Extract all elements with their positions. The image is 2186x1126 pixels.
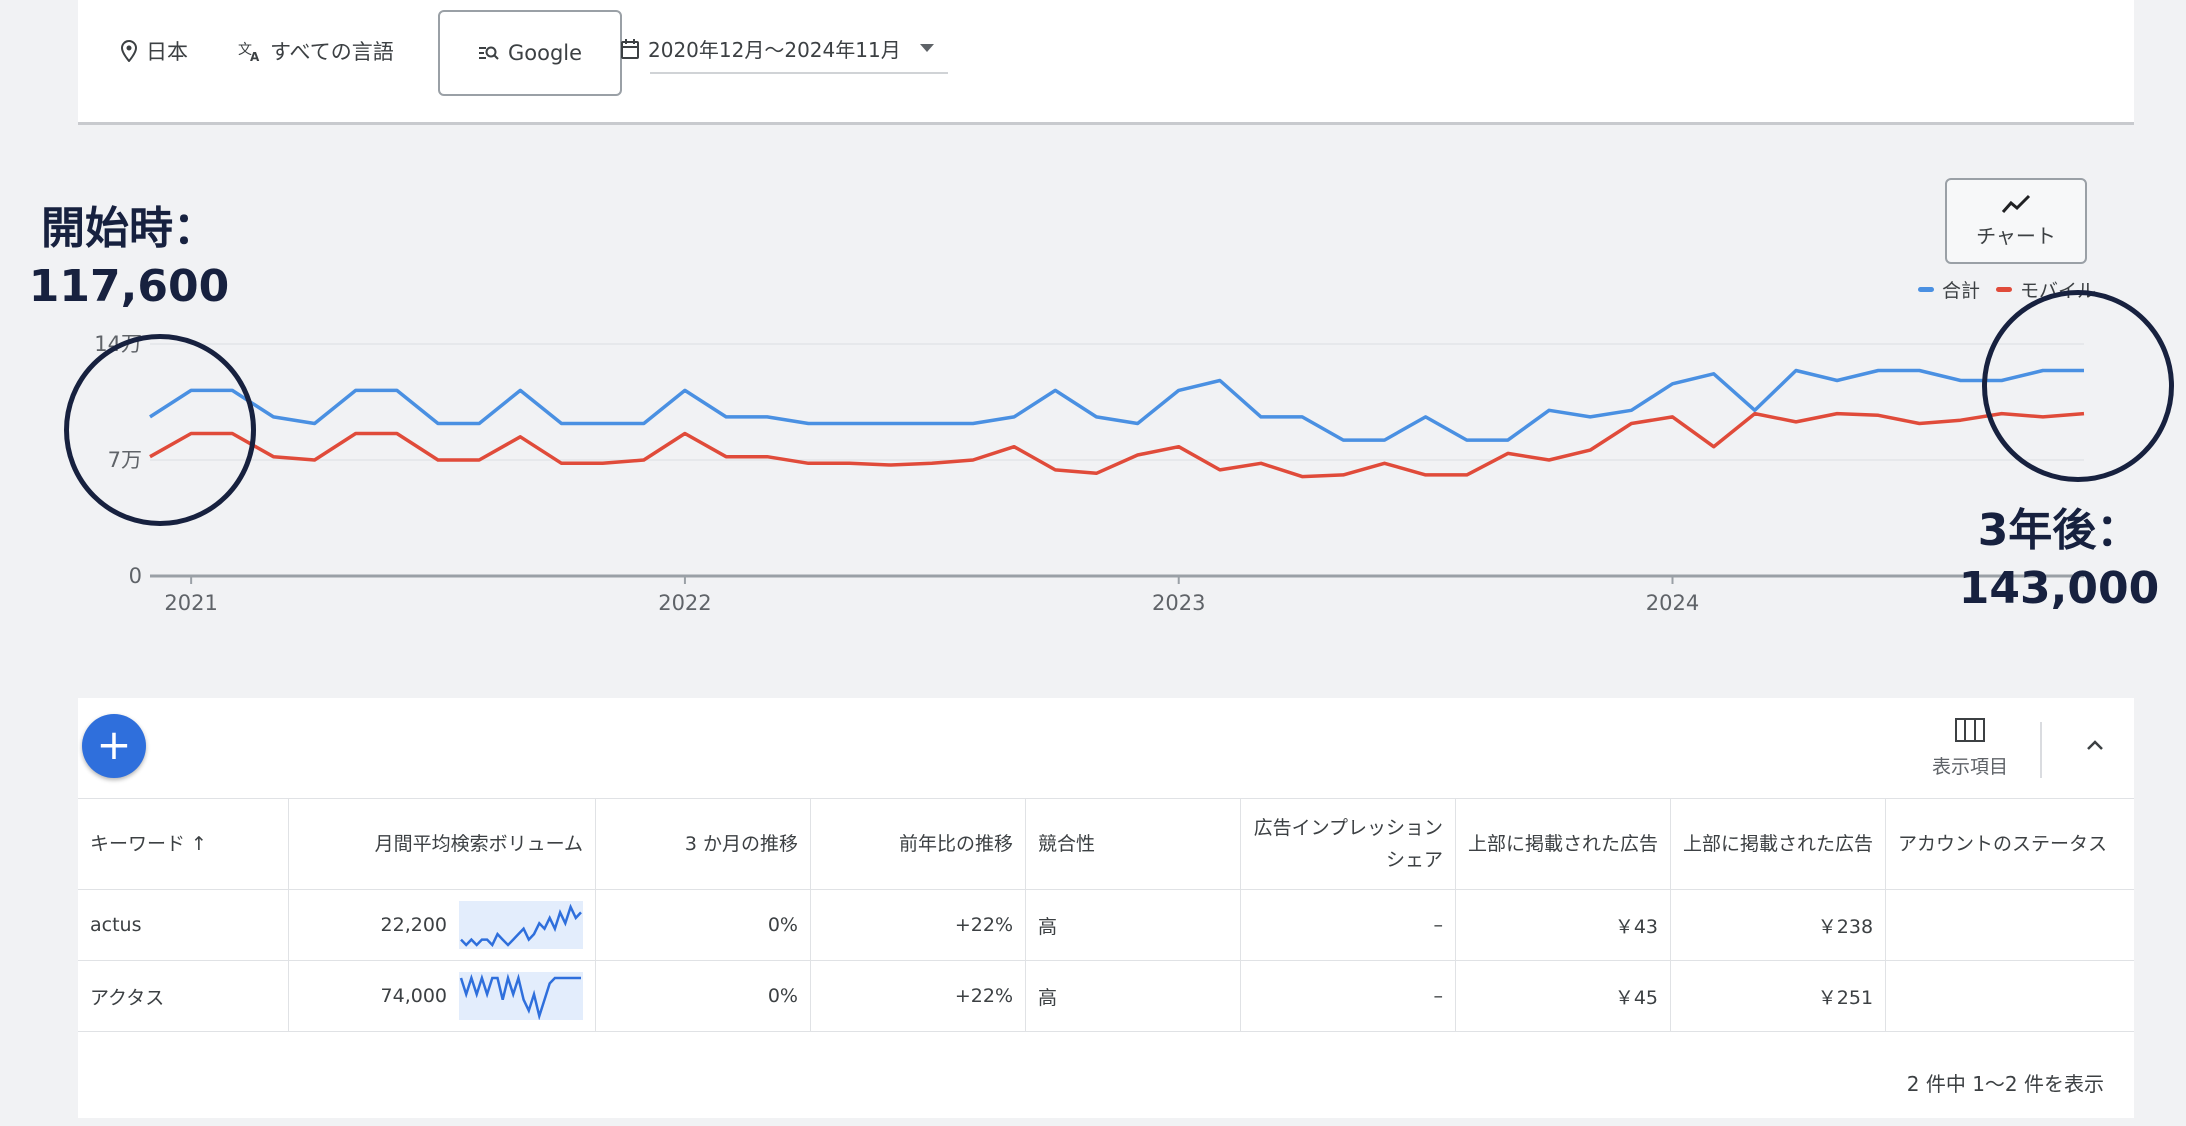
- column-header-top-bid-low[interactable]: 上部に掲載された広告: [1454, 798, 1672, 890]
- yoy-cell: +22%: [810, 889, 1026, 961]
- add-keyword-button[interactable]: +: [82, 714, 146, 778]
- column-header-yoy[interactable]: 前年比の推移: [810, 798, 1026, 890]
- location-filter[interactable]: 日本: [120, 36, 188, 66]
- chart-toggle-button[interactable]: チャート: [1945, 178, 2087, 264]
- series-line-total[interactable]: [149, 368, 2084, 442]
- sparkline-path: [460, 903, 582, 948]
- volume-cell: 22,200: [288, 889, 596, 961]
- sparkline-path: [459, 973, 581, 1020]
- end-annotation: 3年後： 143,000: [1958, 505, 2160, 614]
- legend-swatch-mobile: [1996, 287, 2013, 292]
- column-header-three-month[interactable]: 3 か月の推移: [595, 798, 811, 890]
- table-row[interactable]: actus 22,200 0% +22% 高 – ￥43 ￥238: [78, 889, 2134, 961]
- svg-text:A: A: [250, 50, 260, 62]
- account-status-cell: [1885, 889, 2134, 961]
- volume-value: 22,200: [380, 914, 447, 936]
- column-header-competition[interactable]: 競合性: [1025, 798, 1241, 890]
- x-tick-label: 2021: [164, 591, 217, 615]
- pagination-summary: 2 件中 1〜2 件を表示: [1906, 1072, 2104, 1096]
- column-header-top-bid-high[interactable]: 上部に掲載された広告: [1670, 798, 1887, 890]
- calendar-icon: [621, 38, 639, 59]
- keyword-cell: アクタス: [78, 960, 289, 1032]
- top-bid-low-cell: ￥43: [1454, 889, 1672, 961]
- end-highlight-circle: [1982, 290, 2174, 482]
- date-range-label: 2020年12月〜2024年11月: [648, 38, 901, 62]
- account-status-cell: [1885, 960, 2134, 1032]
- top-bid-low-cell: ￥45: [1454, 960, 1672, 1032]
- start-highlight-circle: [64, 334, 256, 526]
- keyword-cell: actus: [78, 889, 289, 961]
- x-tick-label: 2023: [1152, 591, 1205, 615]
- start-annotation: 開始時： 117,600: [28, 203, 230, 312]
- column-header-account-status[interactable]: アカウントのステータス: [1885, 798, 2134, 890]
- columns-button[interactable]: 表示項目: [1920, 718, 2020, 779]
- column-header-impression-share[interactable]: 広告インプレッション シェア: [1240, 798, 1456, 890]
- volume-cell: 74,000: [288, 960, 596, 1032]
- y-tick-label: 0: [129, 564, 142, 588]
- impression-share-cell: –: [1240, 889, 1456, 961]
- volume-value: 74,000: [380, 985, 447, 1007]
- trend-sparkline: [459, 901, 583, 949]
- chart-toggle-label: チャート: [1976, 223, 2056, 248]
- competition-cell: 高: [1025, 960, 1241, 1032]
- column-header-keyword[interactable]: キーワード ↑: [78, 798, 289, 890]
- chevron-up-icon[interactable]: [2084, 734, 2106, 756]
- search-engine-select[interactable]: Google: [438, 10, 622, 96]
- legend-swatch-total: [1918, 287, 1934, 292]
- columns-label: 表示項目: [1931, 756, 2008, 778]
- three-month-cell: 0%: [595, 960, 811, 1032]
- columns-icon: [1955, 718, 1985, 742]
- top-bid-high-cell: ￥251: [1670, 960, 1887, 1032]
- trend-sparkline: [459, 972, 583, 1020]
- column-header-volume[interactable]: 月間平均検索ボリューム: [288, 798, 596, 890]
- competition-cell: 高: [1025, 889, 1241, 961]
- x-tick-label: 2022: [658, 591, 711, 615]
- legend-item-total[interactable]: 合計: [1918, 276, 1980, 303]
- filter-bar: 日本 文A すべての言語 Google 2020年12月〜2024年11月: [78, 0, 2134, 125]
- location-pin-icon: [120, 40, 138, 62]
- impression-share-cell: –: [1240, 960, 1456, 1032]
- yoy-cell: +22%: [810, 960, 1026, 1032]
- keyword-table-panel: + 表示項目 キーワード ↑ 月間平均検索ボリューム 3 か月の推移 前年比の推…: [78, 698, 2134, 1118]
- language-filter[interactable]: 文A すべての言語: [238, 36, 394, 66]
- translate-icon: 文A: [238, 42, 260, 62]
- three-month-cell: 0%: [595, 889, 811, 961]
- search-engine-label: Google: [507, 41, 583, 65]
- table-header-row: キーワード ↑ 月間平均検索ボリューム 3 か月の推移 前年比の推移 競合性 広…: [78, 798, 2134, 890]
- top-bid-high-cell: ￥238: [1670, 889, 1887, 961]
- x-tick-label: 2024: [1646, 591, 1699, 615]
- keyword-table: キーワード ↑ 月間平均検索ボリューム 3 か月の推移 前年比の推移 競合性 広…: [78, 798, 2134, 1032]
- location-label: 日本: [146, 40, 188, 64]
- search-list-icon: [478, 46, 499, 60]
- chevron-down-icon[interactable]: [920, 44, 934, 52]
- line-chart-icon: [2001, 194, 2031, 213]
- toolbar-divider: [2040, 722, 2042, 778]
- table-row[interactable]: アクタス 74,000 0% +22% 高 – ￥45 ￥251: [78, 960, 2134, 1032]
- date-range-select[interactable]: 2020年12月〜2024年11月: [620, 34, 901, 63]
- date-range-underline: [650, 72, 948, 74]
- legend-label-total: 合計: [1942, 280, 1981, 302]
- search-volume-chart: 07万14万2021 2022 2023 2024: [94, 332, 2085, 615]
- language-label: すべての言語: [270, 40, 394, 64]
